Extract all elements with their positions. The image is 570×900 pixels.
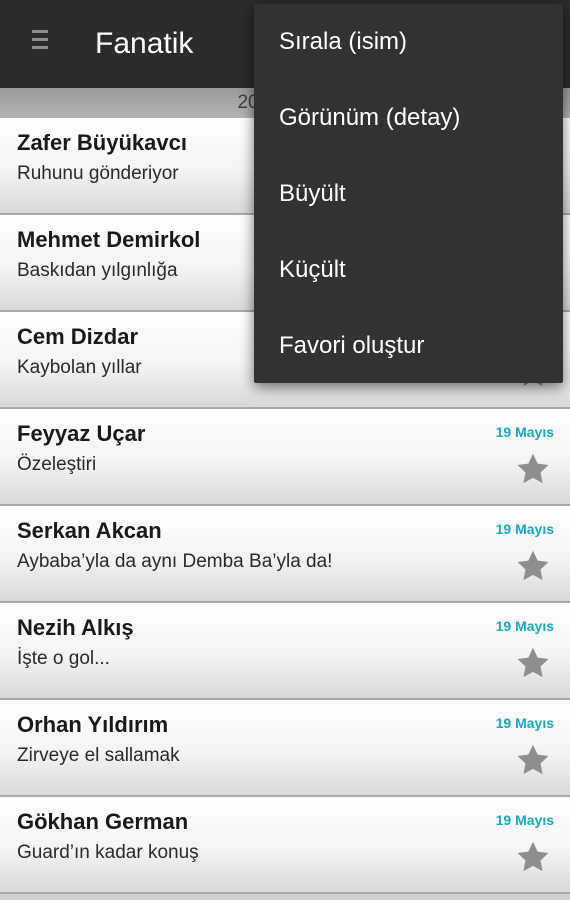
column-title: Özeleştiri — [17, 454, 97, 475]
menu-item-create-favorite[interactable]: Favori oluştur — [254, 308, 563, 384]
menu-item-zoom-out[interactable]: Küçült — [254, 232, 563, 308]
column-date: 19 Mayıs — [495, 521, 554, 537]
star-icon[interactable] — [514, 839, 552, 875]
app-title: Fanatik — [95, 27, 194, 60]
column-title: Aybaba’yla da aynı Demba Ba’yla da! — [17, 551, 333, 572]
list-item[interactable]: Nezih Alkış İşte o gol... 19 Mayıs — [0, 603, 570, 700]
list-item[interactable]: Gökhan German Guard’ın kadar konuş 19 Ma… — [0, 797, 570, 894]
author-name: Zafer Büyükavcı — [17, 130, 187, 155]
overflow-menu: Sırala (isim) Görünüm (detay) Büyült Küç… — [254, 4, 563, 383]
author-name: Mehmet Demirkol — [17, 227, 201, 252]
author-name: Orhan Yıldırım — [17, 712, 169, 737]
author-name: Serkan Akcan — [17, 518, 162, 543]
list-item[interactable]: Feyyaz Uçar Özeleştiri 19 Mayıs — [0, 409, 570, 506]
star-icon[interactable] — [514, 742, 552, 778]
column-date: 19 Mayıs — [495, 424, 554, 440]
star-icon[interactable] — [514, 451, 552, 487]
hamburger-icon[interactable] — [24, 30, 56, 58]
column-title: Zirveye el sallamak — [17, 745, 180, 766]
app-screen: Fanatik 2015/05/19 Zafer Büyükavcı Ruhun… — [0, 0, 570, 900]
column-date: 19 Mayıs — [495, 618, 554, 634]
star-icon[interactable] — [514, 645, 552, 681]
column-title: Ruhunu gönderiyor — [17, 163, 179, 184]
column-title: Baskıdan yılgınlığa — [17, 260, 178, 281]
author-name: Nezih Alkış — [17, 615, 134, 640]
column-title: Guard’ın kadar konuş — [17, 842, 199, 863]
author-name: Feyyaz Uçar — [17, 421, 146, 446]
list-item[interactable]: Serkan Akcan Aybaba’yla da aynı Demba Ba… — [0, 506, 570, 603]
star-icon[interactable] — [514, 548, 552, 584]
menu-item-zoom-in[interactable]: Büyült — [254, 156, 563, 232]
column-title: Kaybolan yıllar — [17, 357, 142, 378]
author-name: Cem Dizdar — [17, 324, 139, 349]
column-title: İşte o gol... — [17, 648, 110, 669]
menu-item-sort-name[interactable]: Sırala (isim) — [254, 4, 563, 80]
column-date: 19 Mayıs — [495, 812, 554, 828]
list-item[interactable]: Orhan Yıldırım Zirveye el sallamak 19 Ma… — [0, 700, 570, 797]
column-date: 19 Mayıs — [495, 715, 554, 731]
menu-item-view-detail[interactable]: Görünüm (detay) — [254, 80, 563, 156]
author-name: Gökhan German — [17, 809, 189, 834]
